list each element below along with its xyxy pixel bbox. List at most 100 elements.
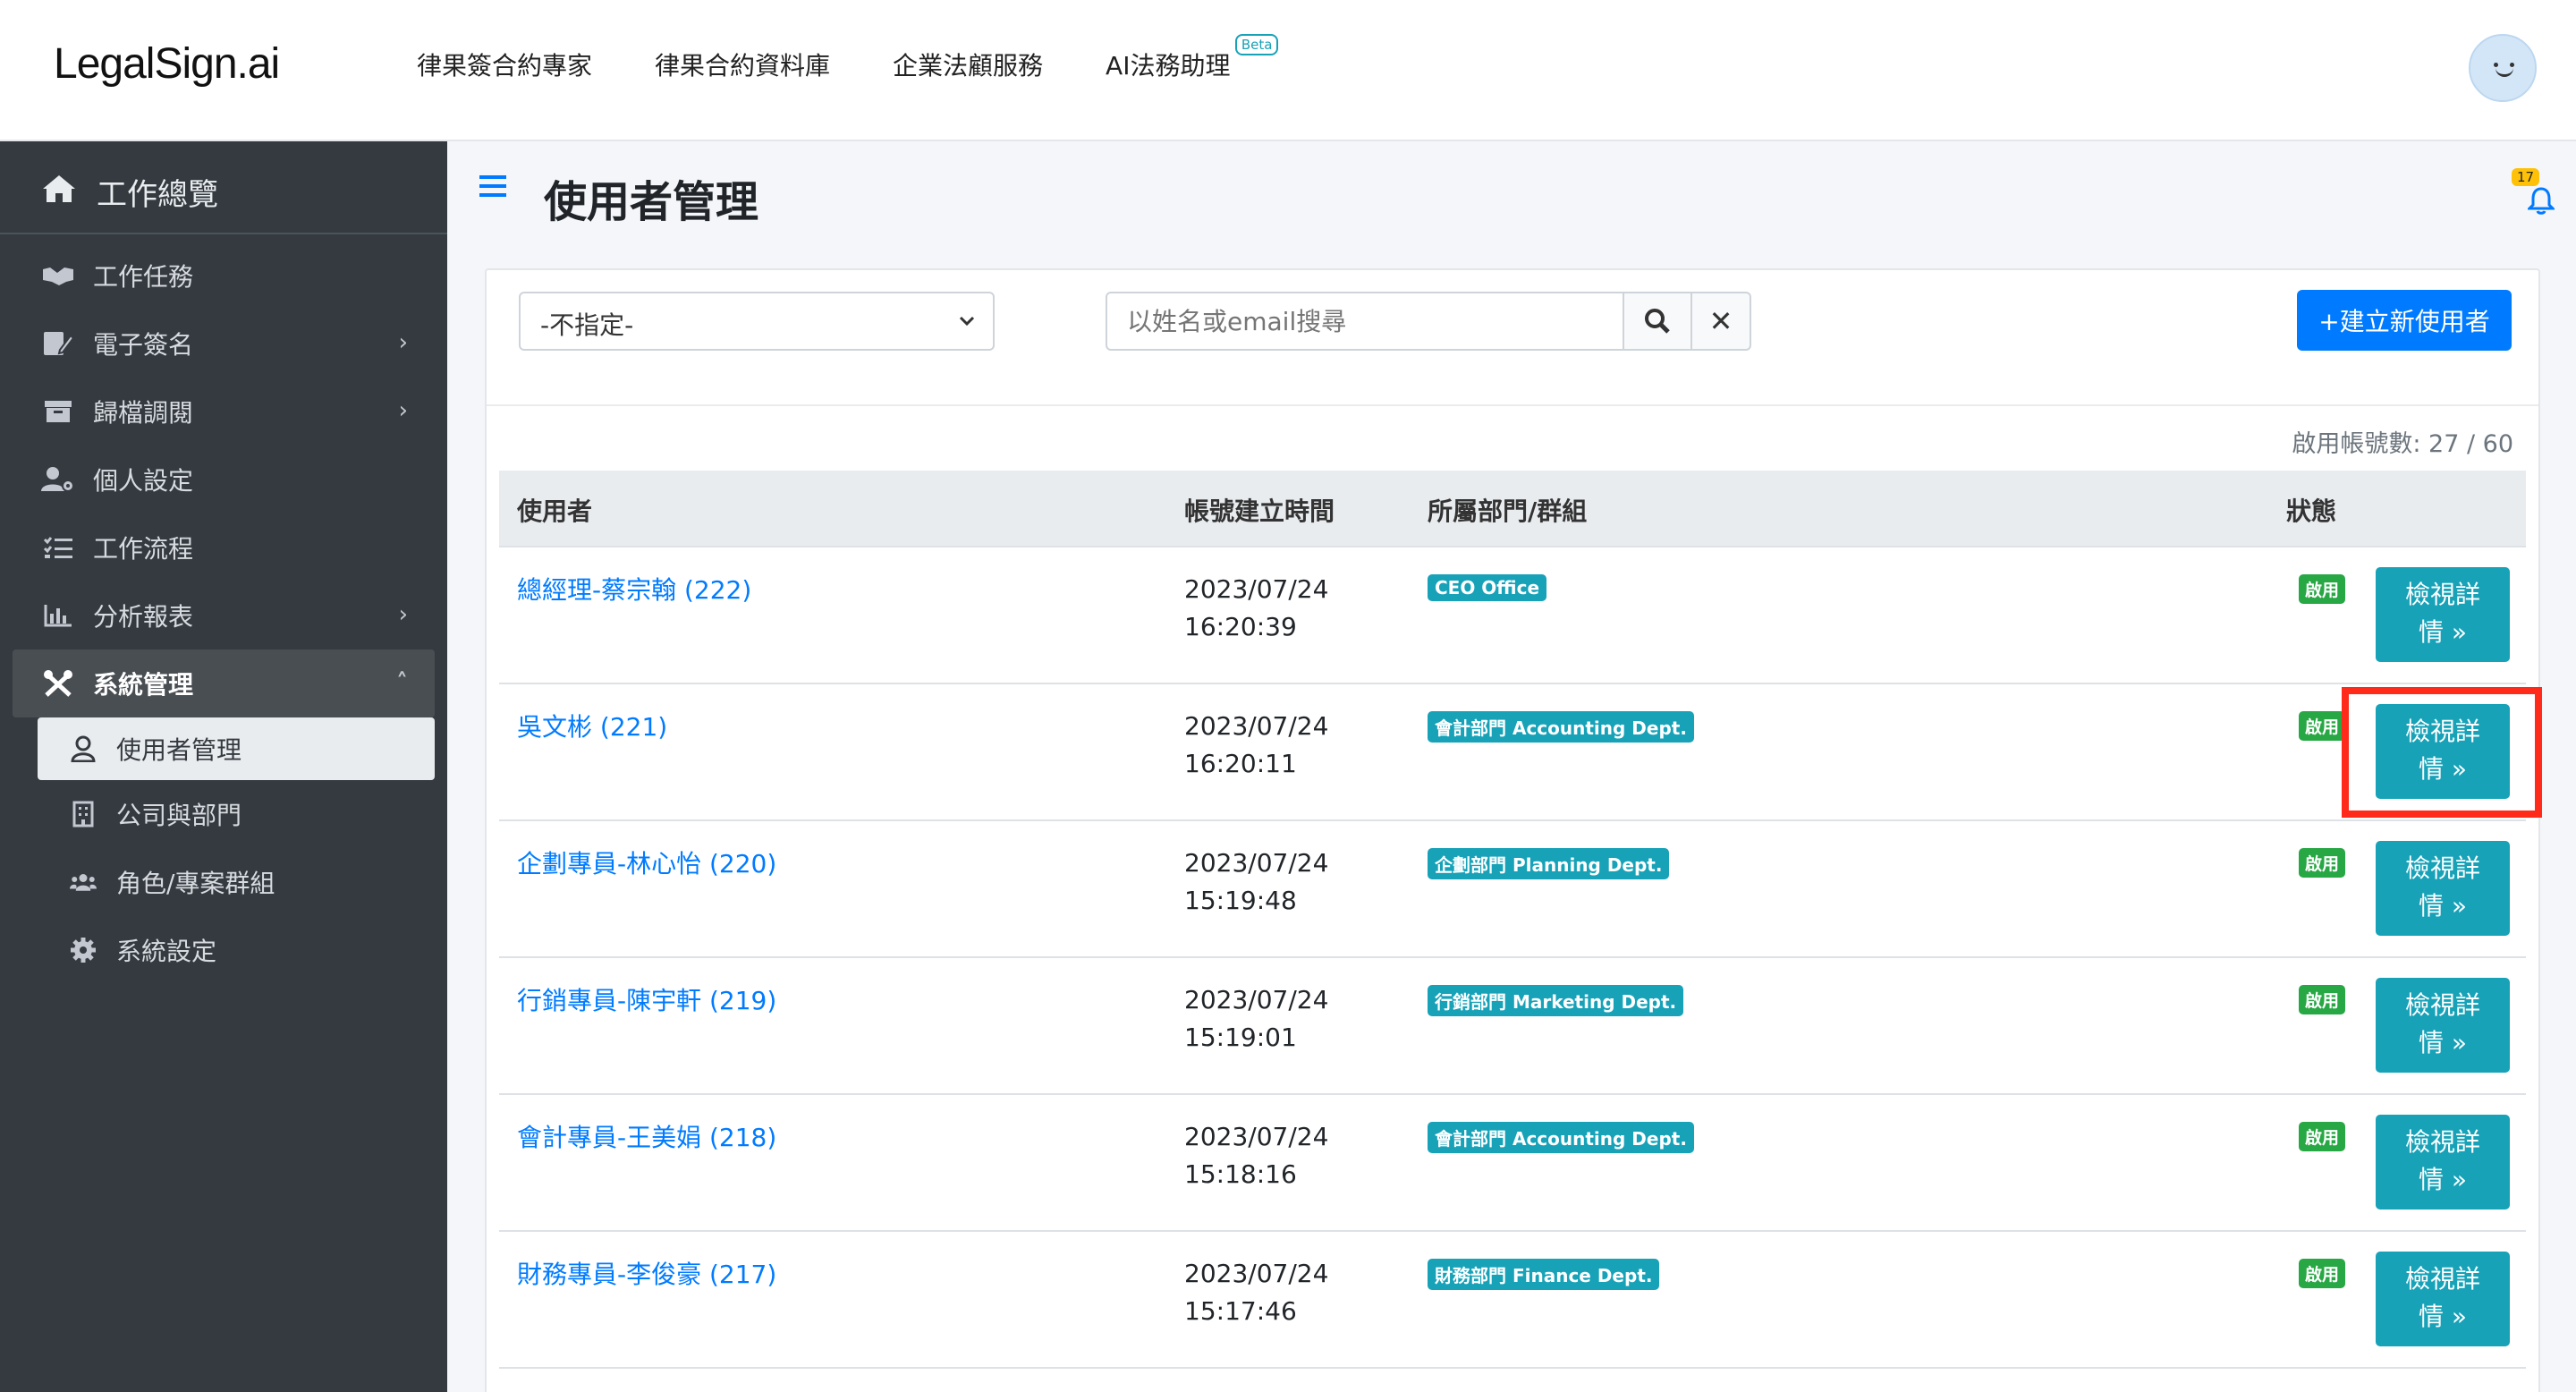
created-date: 2023/07/24 [1184,848,1329,878]
header-user: 使用者 [517,497,593,526]
department-badge: 行銷部門 Marketing Dept. [1428,985,1684,1016]
view-details-label-1: 檢視詳 [2404,1127,2480,1157]
chevron-up-icon: ˄ [396,669,408,696]
sidebar-item-personal-settings[interactable]: 個人設定 [0,446,447,514]
topnav-ai-assistant-label: AI法務助理 [1106,51,1231,81]
archive-icon [41,398,75,425]
sidebar-dashboard-link[interactable]: 工作總覽 [0,141,447,234]
highlight-box [2342,687,2542,818]
created-time: 2023/07/24 16:20:39 [1184,571,1328,646]
content-header: 使用者管理 17 [447,141,2576,258]
avatar-mouth [2496,68,2513,77]
table-row: 會計專員-王美娟 (218) 2023/07/24 15:18:16 會計部門 A… [499,1095,2526,1232]
topnav-contract-database[interactable]: 律果合約資料庫 [655,47,830,82]
search-icon [1645,309,1670,334]
bell-icon[interactable] [2528,186,2555,215]
home-icon [43,175,75,202]
sidebar-subitem-user-management[interactable]: 使用者管理 [38,717,435,780]
created-clock: 16:20:11 [1184,749,1297,778]
chevron-right-icon: › [398,329,408,356]
brand-logo[interactable]: LegalSign.ai [54,39,280,89]
avatar-eye-right [2510,63,2514,67]
handshake-icon [41,262,75,289]
table-row: 總經理-蔡宗翰 (222) 2023/07/24 16:20:39 CEO Off… [499,547,2526,684]
status-badge: 啟用 [2299,574,2346,604]
sidebar-item-workflow[interactable]: 工作流程 [0,514,447,581]
search-button[interactable] [1624,292,1692,351]
user-link[interactable]: 財務專員-李俊豪 (217) [517,1255,776,1291]
topnav-legal-service[interactable]: 企業法顧服務 [893,47,1043,82]
view-details-label-2: 情 » [2418,617,2468,647]
header-created-time: 帳號建立時間 [1184,497,1335,526]
created-date: 2023/07/24 [1184,985,1329,1014]
user-link[interactable]: 行銷專員-陳宇軒 (219) [517,981,776,1017]
sidebar-subitem-roles-groups[interactable]: 角色/專案群組 [0,848,447,916]
search-input[interactable] [1106,292,1624,351]
close-icon: ✕ [1708,304,1733,338]
sidebar: 工作總覽 工作任務 電子簽名 › 歸檔調閱 › 個人設定 工作流程 分析報表 ›… [0,141,447,1392]
hamburger-icon[interactable] [479,174,506,199]
header-status: 狀態 [2286,497,2337,526]
top-navbar: LegalSign.ai 律果簽合約專家 律果合約資料庫 企業法顧服務 AI法務… [0,0,2576,141]
view-details-button[interactable]: 檢視詳情 » [2376,1115,2510,1210]
sidebar-subitem-system-settings[interactable]: 系統設定 [0,916,447,984]
page-title: 使用者管理 [544,177,759,227]
view-details-button[interactable]: 檢視詳情 » [2376,841,2510,936]
department-badge: CEO Office [1428,574,1547,601]
created-time: 2023/07/24 15:18:16 [1184,1118,1328,1193]
users-icon [70,869,97,895]
status-badge: 啟用 [2299,711,2346,741]
table-row: 吳文彬 (221) 2023/07/24 16:20:11 會計部門 Accoun… [499,684,2526,821]
sidebar-item-tasks[interactable]: 工作任務 [0,242,447,310]
active-account-count: 啟用帳號數: 27 / 60 [2292,430,2513,458]
user-avatar[interactable] [2469,34,2537,102]
status-badge: 啟用 [2299,1122,2346,1151]
view-details-label-2: 情 » [2418,1028,2468,1057]
create-user-button[interactable]: +建立新使用者 [2297,290,2512,351]
status-badge: 啟用 [2299,985,2346,1014]
table-row: 行銷專員-陳宇軒 (219) 2023/07/24 15:19:01 行銷部門 M… [499,958,2526,1095]
topnav-ai-assistant[interactable]: AI法務助理 Beta [1106,34,1279,82]
sidebar-subitem-label: 公司與部門 [116,801,242,830]
sidebar-subitem-label: 系統設定 [116,937,217,966]
created-clock: 15:17:46 [1184,1296,1297,1326]
sidebar-item-reports[interactable]: 分析報表 › [0,581,447,649]
signature-icon [41,330,75,357]
view-details-label-1: 檢視詳 [2404,853,2480,883]
notification-badge: 17 [2512,168,2540,186]
clear-search-button[interactable]: ✕ [1692,292,1751,351]
created-time: 2023/07/24 16:20:11 [1184,708,1328,783]
department-filter-select[interactable]: -不指定- [519,292,995,351]
department-badge: 會計部門 Accounting Dept. [1428,711,1694,743]
building-icon [70,801,97,828]
view-details-label-2: 情 » [2418,1302,2468,1331]
view-details-label-1: 檢視詳 [2404,990,2480,1020]
table-header: 使用者 帳號建立時間 所屬部門/群組 狀態 [499,471,2526,547]
user-link[interactable]: 總經理-蔡宗翰 (222) [517,571,751,607]
user-link[interactable]: 會計專員-王美娟 (218) [517,1118,776,1154]
user-link[interactable]: 企劃專員-林心怡 (220) [517,845,776,880]
created-date: 2023/07/24 [1184,1122,1329,1151]
sidebar-item-system-admin[interactable]: 系統管理 ˄ [13,649,435,717]
created-time: 2023/07/24 15:19:01 [1184,981,1328,1057]
view-details-label-2: 情 » [2418,891,2468,921]
user-link[interactable]: 吳文彬 (221) [517,708,667,743]
sidebar-item-esign[interactable]: 電子簽名 › [0,310,447,378]
beta-badge: Beta [1234,34,1279,55]
sidebar-menu: 工作任務 電子簽名 › 歸檔調閱 › 個人設定 工作流程 分析報表 › 系統管理… [0,242,447,984]
topnav-contract-expert[interactable]: 律果簽合約專家 [417,47,592,82]
sidebar-item-archive[interactable]: 歸檔調閱 › [0,378,447,446]
view-details-button[interactable]: 檢視詳情 » [2376,1252,2510,1346]
user-list-card: -不指定- ✕ +建立新使用者 啟用帳號數: 27 / 60 使用者 帳號建立時… [485,268,2540,1392]
user-table: 使用者 帳號建立時間 所屬部門/群組 狀態 總經理-蔡宗翰 (222) 2023… [499,471,2526,1369]
chart-bar-icon [41,602,75,629]
select-value: -不指定- [540,310,634,340]
view-details-button[interactable]: 檢視詳情 » [2376,567,2510,662]
sidebar-subitem-company-department[interactable]: 公司與部門 [0,780,447,848]
view-details-button[interactable]: 檢視詳情 » [2376,978,2510,1073]
created-clock: 15:19:01 [1184,1023,1297,1052]
view-details-label-2: 情 » [2418,1165,2468,1194]
sidebar-item-label: 歸檔調閱 [93,398,194,428]
sidebar-item-label: 工作任務 [93,262,194,292]
chevron-right-icon: › [398,397,408,424]
